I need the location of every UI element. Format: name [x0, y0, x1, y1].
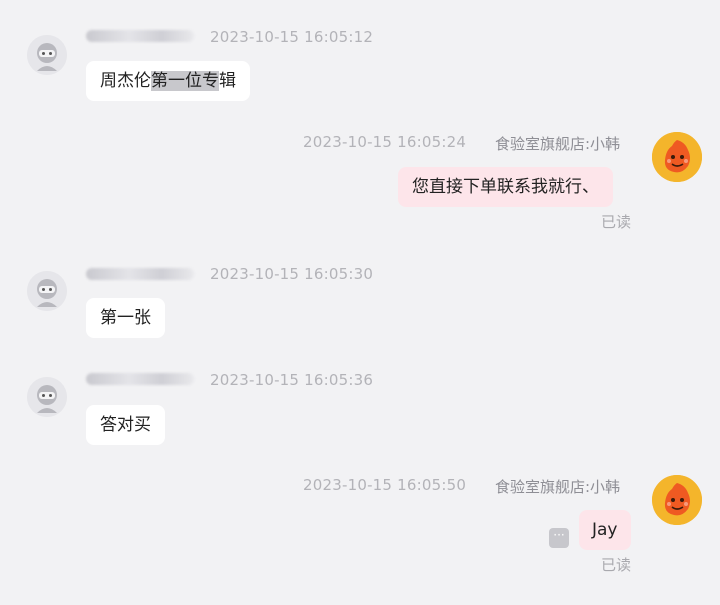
message-timestamp: 2023-10-15 16:05:50 [303, 476, 467, 494]
mascot-icon [652, 475, 702, 525]
customer-nickname-blurred [86, 30, 194, 42]
message-text: Jay [592, 520, 618, 540]
shop-avatar[interactable] [652, 132, 702, 182]
read-status: 已读 [601, 556, 632, 574]
message-timestamp: 2023-10-15 16:05:24 [303, 133, 467, 151]
shop-avatar[interactable] [652, 475, 702, 525]
customer-avatar[interactable] [27, 271, 67, 311]
user-icon [27, 271, 67, 311]
customer-avatar[interactable] [27, 35, 67, 75]
message-text: 辑 [219, 71, 236, 91]
message-text: 您直接下单联系我就行、 [412, 177, 599, 197]
mascot-icon [652, 132, 702, 182]
user-icon [27, 35, 67, 75]
customer-avatar[interactable] [27, 377, 67, 417]
message-bubble[interactable]: 您直接下单联系我就行、 [398, 167, 613, 207]
read-status: 已读 [601, 213, 632, 231]
message-timestamp: 2023-10-15 16:05:30 [210, 265, 374, 283]
user-icon [27, 377, 67, 417]
more-options-button[interactable]: ··· [549, 528, 569, 548]
message-text: 答对买 [100, 415, 151, 435]
message-text: 周杰伦 [100, 71, 151, 91]
highlighted-text: 第一位专 [151, 71, 219, 91]
message-timestamp: 2023-10-15 16:05:12 [210, 28, 374, 46]
customer-nickname-blurred [86, 373, 194, 385]
message-bubble[interactable]: 答对买 [86, 405, 165, 445]
message-text: 第一张 [100, 308, 151, 328]
message-bubble[interactable]: 第一张 [86, 298, 165, 338]
sender-name: 食验室旗舰店:小韩 [495, 478, 621, 496]
message-bubble[interactable]: Jay [579, 510, 631, 550]
message-timestamp: 2023-10-15 16:05:36 [210, 371, 374, 389]
sender-name: 食验室旗舰店:小韩 [495, 135, 621, 153]
message-bubble[interactable]: 周杰伦第一位专辑 [86, 61, 250, 101]
customer-nickname-blurred [86, 268, 194, 280]
